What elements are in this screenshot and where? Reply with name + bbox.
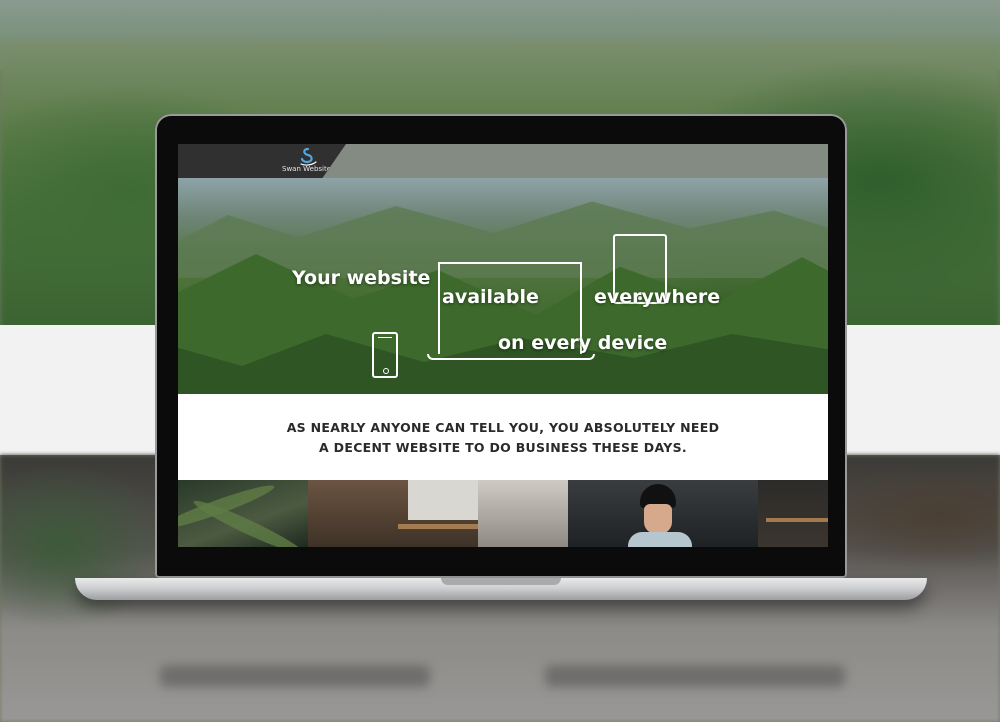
swan-logo-icon <box>300 147 317 166</box>
leaf-shape <box>190 495 306 547</box>
tagline-text: AS NEARLY ANYONE CAN TELL YOU, YOU ABSOL… <box>178 418 828 458</box>
photo-office <box>308 480 478 547</box>
photo-person <box>568 480 758 547</box>
tagline-line-2: A DECENT WEBSITE TO DO BUSINESS THESE DA… <box>319 440 687 455</box>
laptop-screen: Your website available everywhere on eve… <box>178 144 828 547</box>
interior-shelf <box>766 518 828 522</box>
hero-section: Your website available everywhere on eve… <box>178 178 828 394</box>
background-blurred-text <box>160 665 430 687</box>
site-header: Swan Websites <box>178 144 828 178</box>
office-table <box>398 524 478 529</box>
tagline-section: AS NEARLY ANYONE CAN TELL YOU, YOU ABSOL… <box>178 394 828 480</box>
laptop-notch <box>441 578 561 585</box>
hero-line-2: available <box>442 286 539 308</box>
office-window <box>408 480 478 520</box>
photo-window <box>478 480 568 547</box>
laptop-outline-base <box>427 354 595 360</box>
logo-text: Swan Websites <box>282 165 335 173</box>
hero-line-4: on every device <box>498 332 668 354</box>
hero-line-1: Your website <box>292 267 431 289</box>
photo-strip <box>178 480 828 547</box>
background-blurred-text <box>545 665 845 687</box>
photo-plant <box>178 480 308 547</box>
logo-tab[interactable]: Swan Websites <box>178 144 346 178</box>
tagline-line-1: AS NEARLY ANYONE CAN TELL YOU, YOU ABSOL… <box>286 420 720 435</box>
person-body <box>628 532 692 547</box>
hero-line-3: everywhere <box>594 286 721 308</box>
person-face <box>644 504 672 534</box>
photo-interior <box>758 480 828 547</box>
phone-outline-icon <box>372 332 398 378</box>
